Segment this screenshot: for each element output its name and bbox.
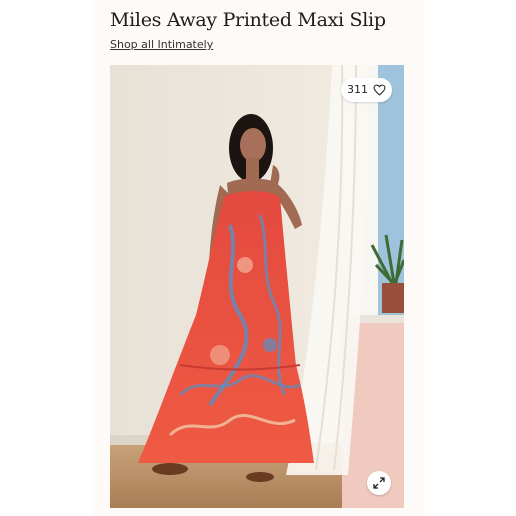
expand-image-button[interactable] [367, 471, 391, 495]
model-face [240, 128, 266, 162]
expand-arrows-icon [373, 477, 385, 489]
shop-all-link[interactable]: Shop all Intimately [110, 38, 213, 52]
sandal-right [246, 472, 274, 482]
heart-icon [373, 84, 386, 96]
product-image[interactable] [110, 65, 404, 508]
like-count: 311 [347, 83, 368, 96]
product-title: Miles Away Printed Maxi Slip [110, 9, 386, 31]
product-photo-illustration [110, 65, 404, 508]
sandal-left [152, 463, 188, 475]
like-button[interactable]: 311 [341, 78, 392, 102]
plant-pot [382, 283, 404, 313]
